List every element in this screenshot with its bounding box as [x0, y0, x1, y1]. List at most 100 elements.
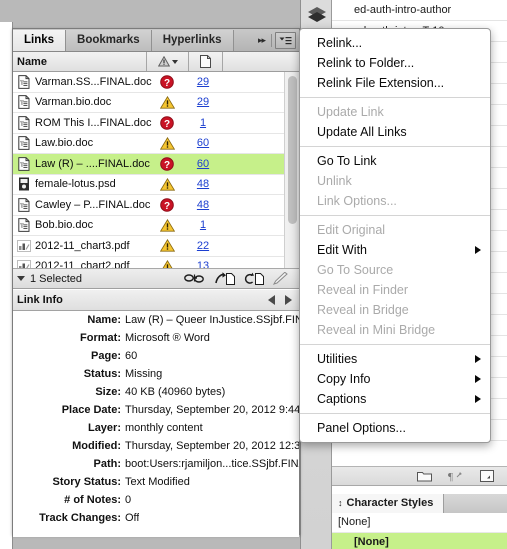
menu-item: Go To Source	[317, 263, 394, 277]
modified-link-icon[interactable]	[159, 239, 175, 252]
svg-text:T: T	[20, 79, 24, 86]
new-folder-icon[interactable]	[417, 470, 432, 482]
file-page-link[interactable]: 60	[188, 137, 218, 149]
column-header-page[interactable]	[188, 52, 222, 71]
paragraph-styles-toolbar[interactable]: ¶	[332, 466, 507, 486]
table-row[interactable]: T ROM This I...FINAL.doc? 1	[13, 113, 299, 134]
menu-item: Edit Original	[317, 223, 386, 237]
character-styles-header[interactable]: ↕ Character Styles	[332, 494, 507, 513]
column-header-name[interactable]: Name	[13, 56, 47, 68]
file-status-icon[interactable]: ?	[156, 74, 178, 89]
modified-link-icon[interactable]	[159, 218, 175, 232]
file-status-icon[interactable]: ?	[156, 197, 178, 212]
list-item[interactable]: [None]	[332, 533, 507, 549]
file-page-link[interactable]: 1	[188, 219, 218, 231]
file-status-icon[interactable]: ?	[156, 156, 178, 171]
update-link-icon[interactable]	[244, 272, 264, 285]
table-row[interactable]: T Varman.SS...FINAL.doc? 29	[13, 72, 299, 93]
menu-item[interactable]: Relink...	[300, 33, 490, 53]
chevron-down-icon[interactable]	[171, 59, 178, 64]
link-info-value: Thursday, September 20, 2012 12:39 PM	[125, 440, 299, 452]
menu-item[interactable]: Copy Info	[300, 369, 490, 389]
link-info-row: Size: 40 KB (40960 bytes)	[13, 383, 299, 401]
table-row[interactable]: female-lotus.psd 48	[13, 174, 299, 195]
paragraph-styles-stack-icon[interactable]	[307, 6, 327, 24]
menu-item[interactable]: Update All Links	[300, 122, 490, 142]
menu-separator	[300, 413, 490, 414]
tab-links[interactable]: Links	[13, 30, 67, 51]
modified-link-icon[interactable]	[159, 136, 175, 150]
file-status-icon[interactable]	[156, 259, 178, 269]
table-row[interactable]: T Law.bio.doc 60	[13, 133, 299, 154]
file-page-link[interactable]: 48	[188, 199, 218, 211]
panel-menu-icon[interactable]	[275, 32, 296, 49]
list-item[interactable]: [None]	[332, 513, 507, 533]
links-context-menu[interactable]: Relink... Relink to Folder... Relink File …	[299, 28, 491, 443]
file-status-icon[interactable]	[156, 218, 178, 232]
file-list-scrollbar[interactable]	[284, 72, 299, 268]
edit-original-icon[interactable]	[273, 272, 291, 285]
missing-link-icon[interactable]: ?	[160, 156, 174, 171]
menu-item[interactable]: Captions	[300, 389, 490, 409]
link-info-key: Modified:	[72, 440, 121, 452]
file-status-icon[interactable]: ?	[156, 115, 178, 130]
file-status-icon[interactable]	[156, 177, 178, 191]
table-row[interactable]: T Varman.bio.doc 29	[13, 92, 299, 113]
left-arrow-icon[interactable]	[268, 295, 275, 305]
file-status-icon[interactable]	[156, 136, 178, 150]
character-styles-list[interactable]: [None] [None]	[332, 513, 507, 549]
tab-bookmarks[interactable]: Bookmarks	[66, 30, 152, 51]
go-to-link-icon[interactable]	[215, 272, 235, 285]
file-page-link[interactable]: 13	[188, 260, 218, 268]
right-arrow-icon[interactable]	[285, 295, 292, 305]
file-page-link[interactable]: 29	[188, 76, 218, 88]
column-header-status[interactable]	[146, 52, 188, 71]
file-page-link[interactable]: 48	[188, 178, 218, 190]
sort-toggle-icon[interactable]: ↕	[338, 494, 343, 513]
menu-item[interactable]: Relink File Extension...	[300, 73, 490, 93]
link-info-value: monthly content	[125, 422, 203, 434]
table-row[interactable]: T Cawley – P...FINAL.doc? 48	[13, 195, 299, 216]
new-style-icon[interactable]	[480, 470, 494, 482]
menu-item[interactable]: Go To Link	[300, 151, 490, 171]
file-status-icon[interactable]	[156, 239, 178, 252]
word-doc-icon: T	[18, 74, 30, 89]
modified-link-icon[interactable]	[159, 95, 175, 109]
relink-icon[interactable]	[184, 273, 206, 284]
pdf-chart-icon	[17, 260, 31, 268]
file-page-link[interactable]: 60	[188, 158, 218, 170]
disclosure-triangle-icon[interactable]	[17, 276, 25, 281]
file-page-link[interactable]: 29	[188, 96, 218, 108]
file-type-icon: T	[13, 95, 35, 110]
double-right-arrow-icon[interactable]: ▸▸	[255, 35, 268, 46]
links-file-list[interactable]: T Varman.SS...FINAL.doc? 29 T Varman.bio.doc…	[13, 72, 299, 269]
tab-character-styles[interactable]: ↕ Character Styles	[332, 494, 445, 513]
missing-link-icon[interactable]: ?	[160, 197, 174, 212]
file-status-icon[interactable]	[156, 95, 178, 109]
svg-text:¶: ¶	[448, 471, 453, 482]
menu-item: Reveal in Bridge	[317, 303, 409, 317]
table-row[interactable]: 2012-11_chart3.pdf 22	[13, 236, 299, 257]
svg-text:?: ?	[164, 160, 170, 171]
menu-item[interactable]: Utilities	[300, 349, 490, 369]
file-list-scroll-thumb[interactable]	[288, 76, 297, 224]
modified-link-icon[interactable]	[159, 177, 175, 191]
file-page-link[interactable]: 22	[188, 240, 218, 252]
menu-item[interactable]: Edit With	[300, 240, 490, 260]
menu-item[interactable]: Relink to Folder...	[300, 53, 490, 73]
app-root: ed-auth-intro-authored-auth-intro_T-10ed…	[0, 0, 507, 549]
table-row[interactable]: T Law (R) – ....FINAL.doc? 60	[13, 154, 299, 175]
file-page-link[interactable]: 1	[188, 117, 218, 129]
list-item[interactable]: ed-auth-intro-author	[332, 0, 507, 21]
missing-link-icon[interactable]: ?	[160, 74, 174, 89]
menu-item[interactable]: Panel Options...	[300, 418, 490, 438]
table-row[interactable]: T Bob.bio.doc 1	[13, 215, 299, 236]
table-row[interactable]: 2012-11_chart2.pdf 13	[13, 256, 299, 269]
modified-link-icon[interactable]	[160, 259, 175, 269]
svg-text:?: ?	[164, 78, 170, 89]
missing-link-icon[interactable]: ?	[160, 115, 174, 130]
tab-hyperlinks[interactable]: Hyperlinks	[151, 30, 234, 51]
file-type-icon	[13, 239, 35, 252]
submenu-arrow-icon	[475, 355, 481, 363]
clear-overrides-icon[interactable]: ¶	[448, 470, 464, 482]
